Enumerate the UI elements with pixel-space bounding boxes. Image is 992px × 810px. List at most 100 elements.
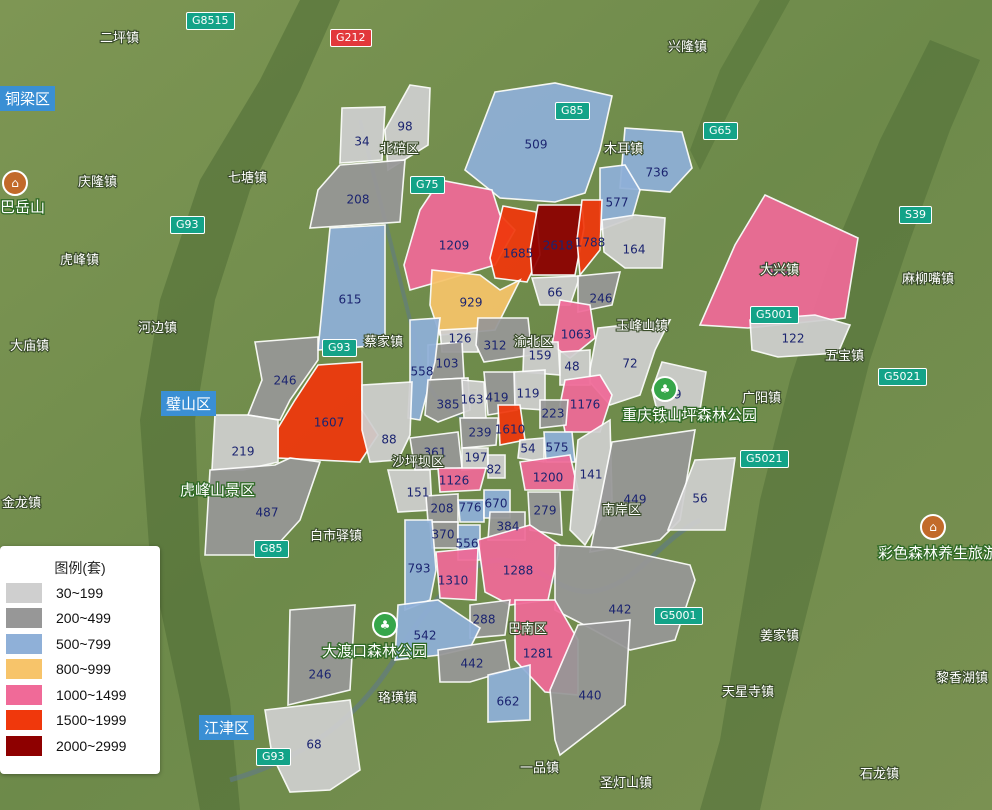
park-label: 彩色森林养生旅游区 [878, 544, 992, 562]
legend-item: 1000~1499 [0, 682, 160, 708]
region-label-33: 1176 [570, 398, 601, 412]
legend-swatch [6, 684, 42, 705]
place-label: 渝北区 [514, 334, 553, 350]
legend-label: 1000~1499 [56, 686, 127, 703]
place-label: 天星寺镇 [722, 685, 774, 700]
region-label-38: 54 [520, 442, 535, 456]
place-label: 兴隆镇 [668, 40, 707, 55]
region-label-28: 219 [232, 445, 255, 459]
highway-shield: G65 [703, 122, 738, 140]
region-66[interactable] [487, 663, 531, 723]
region-label-67: 440 [579, 689, 602, 703]
region-label-68: 68 [306, 738, 321, 752]
region-label-6: 577 [606, 196, 629, 210]
region-label-64: 1281 [523, 647, 554, 661]
region-label-36: 239 [469, 426, 492, 440]
region-label-58: 1310 [438, 574, 469, 588]
region-3[interactable] [317, 224, 386, 351]
region-label-32: 119 [517, 387, 540, 401]
landmark-icon: ⌂ [920, 514, 946, 540]
region-label-24: 558 [411, 365, 434, 379]
region-label-8: 1685 [503, 247, 534, 261]
district-label: 铜梁区 [0, 86, 56, 111]
region-label-31: 419 [486, 391, 509, 405]
region-label-18: 126 [449, 332, 472, 346]
legend-swatch [6, 608, 42, 629]
region-label-66: 662 [497, 695, 520, 709]
highway-shield: G5001 [654, 607, 703, 625]
place-label: 石龙镇 [860, 767, 899, 782]
region-label-19: 312 [484, 339, 507, 353]
region-label-39: 575 [546, 441, 569, 455]
legend-swatch [6, 659, 42, 680]
region-label-25: 246 [274, 374, 297, 388]
highway-shield: G85 [254, 540, 289, 558]
region-label-56: 384 [497, 520, 520, 534]
region-label-49: 151 [407, 486, 430, 500]
district-label: 江津区 [199, 715, 255, 740]
region-label-15: 66 [547, 286, 562, 300]
region-label-52: 670 [485, 497, 508, 511]
place-label: 白市驿镇 [310, 528, 362, 544]
place-label: 大庙镇 [10, 339, 49, 354]
place-label: 河边镇 [138, 321, 177, 336]
highway-shield: G5021 [740, 450, 789, 468]
region-label-5: 736 [646, 166, 669, 180]
legend-item: 2000~2999 [0, 733, 160, 759]
legend-item: 30~199 [0, 580, 160, 606]
region-label-17: 1063 [561, 328, 592, 342]
region-label-27: 88 [381, 433, 396, 447]
park-icon: ♣ [372, 612, 398, 638]
place-label: 麻柳嘴镇 [902, 272, 954, 287]
region-label-26: 1607 [314, 416, 345, 430]
legend-item: 1500~1999 [0, 708, 160, 734]
region-label-0: 34 [354, 135, 369, 149]
legend-item: 800~999 [0, 657, 160, 683]
highway-shield: G85 [555, 102, 590, 120]
place-label: 沙坪坝区 [392, 455, 444, 470]
region-label-51: 776 [459, 501, 482, 515]
legend-swatch [6, 633, 42, 654]
region-label-22: 48 [564, 360, 579, 374]
landmark-icon: ⌂ [2, 170, 28, 196]
legend-label: 800~999 [56, 661, 111, 678]
region-label-35: 223 [542, 407, 565, 421]
legend-swatch [6, 582, 42, 603]
district-label: 璧山区 [161, 391, 217, 416]
region-label-57: 793 [408, 562, 431, 576]
place-label: 金龙镇 [2, 495, 41, 511]
legend-label: 30~199 [56, 584, 104, 601]
place-label: 二坪镇 [100, 31, 139, 46]
region-label-59: 1288 [503, 564, 534, 578]
region-label-65: 246 [309, 668, 332, 682]
map-canvas[interactable]: 34 98 208 615 509 736 577 1209 1685 2618… [0, 0, 992, 810]
region-label-14: 929 [460, 296, 483, 310]
region-label-3: 615 [339, 293, 362, 307]
region-label-37: 1610 [495, 423, 526, 437]
place-label: 蔡家镇 [364, 334, 403, 350]
legend-item: 200~499 [0, 606, 160, 632]
place-label: 庆隆镇 [78, 175, 117, 190]
highway-shield: G75 [410, 176, 445, 194]
place-label: 广阳镇 [742, 391, 781, 406]
place-label: 圣灯山镇 [600, 776, 652, 791]
place-label: 五宝镇 [825, 349, 864, 364]
region-label-48: 487 [256, 506, 279, 520]
region-label-23: 103 [436, 357, 459, 371]
legend-label: 200~499 [56, 610, 111, 627]
legend-label: 2000~2999 [56, 737, 127, 754]
region-28[interactable] [211, 414, 279, 471]
place-label: 木耳镇 [604, 142, 643, 157]
region-label-10: 1788 [575, 236, 606, 250]
place-label: 大兴镇 [760, 263, 799, 278]
place-label: 玉峰山镇 [616, 319, 668, 334]
legend-title: 图例(套) [54, 560, 106, 576]
highway-shield: S39 [899, 206, 932, 224]
region-label-1: 98 [397, 120, 412, 134]
map-legend: 图例(套) 30~199 200~499 500~799 800~999 100… [0, 546, 160, 774]
park-label: 巴岳山 [0, 198, 45, 216]
place-label: 姜家镇 [760, 628, 799, 644]
highway-shield: G212 [330, 29, 372, 47]
park-icon: ♣ [652, 376, 678, 402]
place-label: 南岸区 [602, 502, 641, 518]
